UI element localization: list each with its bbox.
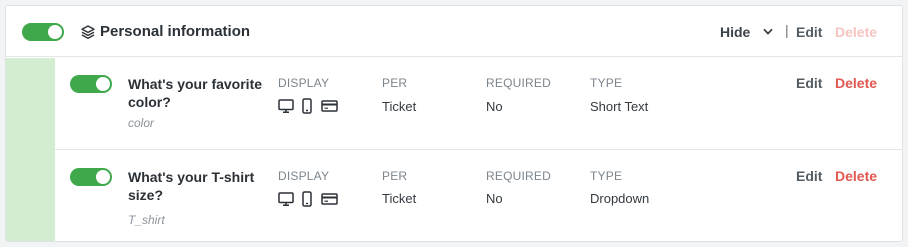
required-value: No [486,191,503,206]
question-delete-button[interactable]: Delete [835,75,877,91]
question-key: color [128,116,155,130]
chevron-down-icon[interactable] [763,28,773,36]
custom-questions-panel: Personal information Hide | Edit Delete … [5,5,903,242]
toggle-knob [48,25,62,39]
section-toggle[interactable] [22,23,64,41]
question-row: What's your T-shirt size? T_shirt DISPLA… [55,151,902,241]
question-text: What's your favorite color? [128,76,263,110]
desktop-icon [278,192,294,207]
type-value: Dropdown [590,191,650,206]
required-header: REQUIRED [486,169,551,183]
layers-icon [81,25,95,39]
display-icons [278,191,338,207]
question-toggle[interactable] [70,75,112,93]
toggle-knob [96,77,110,91]
question-edit-button[interactable]: Edit [796,75,822,91]
question-text: What's your T-shirt size? [128,169,255,203]
card-icon [321,193,338,205]
type-value: Short Text [590,99,649,114]
question-delete-button[interactable]: Delete [835,168,877,184]
section-title: Personal information [100,23,251,40]
per-header: PER [382,169,408,183]
question-edit-button[interactable]: Edit [796,168,822,184]
mobile-icon [302,191,313,207]
question-toggle[interactable] [70,168,112,186]
type-header: TYPE [590,76,623,90]
separator: | [785,22,789,38]
required-header: REQUIRED [486,76,551,90]
section-delete-button: Delete [835,24,878,40]
per-value: Ticket [382,99,417,114]
section-header: Personal information Hide | Edit Delete [6,6,902,57]
question-key: T_shirt [128,213,165,227]
card-icon [321,100,338,112]
hide-button[interactable]: Hide [720,24,750,40]
per-value: Ticket [382,191,417,206]
mobile-icon [302,98,313,114]
type-header: TYPE [590,169,623,183]
per-header: PER [382,76,408,90]
toggle-knob [96,170,110,184]
required-value: No [486,99,503,114]
desktop-icon [278,99,294,114]
display-header: DISPLAY [278,169,330,183]
display-header: DISPLAY [278,76,330,90]
question-row: What's your favorite color? color DISPLA… [55,58,902,150]
section-edit-button[interactable]: Edit [796,24,822,40]
section-indent-stripe [6,58,55,241]
display-icons [278,98,338,114]
